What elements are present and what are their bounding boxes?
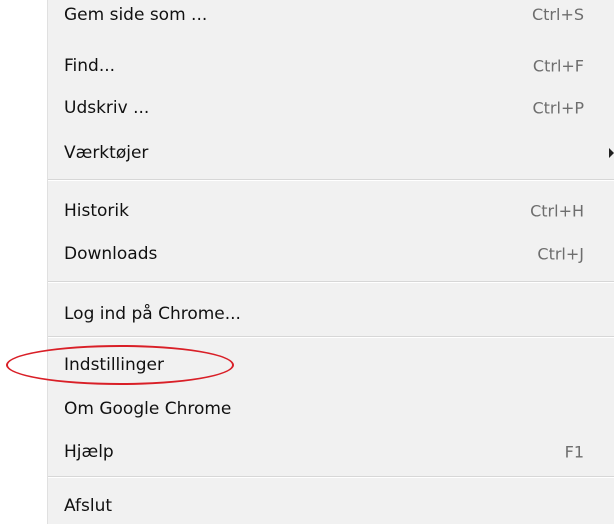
menu-item-exit[interactable]: Afslut [48, 486, 614, 524]
menu-item-help[interactable]: Hjælp F1 [48, 432, 614, 472]
menu-separator [48, 179, 614, 181]
menu-separator [48, 336, 614, 338]
menu-item-label: Find... [64, 56, 116, 76]
menu-item-label: Udskriv ... [64, 98, 150, 118]
menu-item-save-page-as[interactable]: Gem side som ... Ctrl+S [48, 0, 614, 37]
menu-item-shortcut: Ctrl+S [531, 5, 584, 24]
menu-item-downloads[interactable]: Downloads Ctrl+J [48, 234, 614, 274]
menu-item-label: Indstillinger [64, 355, 165, 375]
menu-item-label: Downloads [64, 244, 158, 264]
menu-item-label: Gem side som ... [64, 5, 208, 25]
submenu-arrow-icon [609, 148, 614, 158]
menu-separator [48, 476, 614, 478]
menu-separator [48, 281, 614, 283]
menu-item-label: Afslut [64, 496, 113, 516]
menu-item-tools[interactable]: Værktøjer [48, 133, 614, 173]
menu-item-label: Hjælp [64, 442, 114, 462]
menu-item-label: Historik [64, 201, 129, 221]
menu-item-shortcut: Ctrl+F [532, 56, 584, 76]
menu-item-label: Om Google Chrome [64, 399, 232, 419]
menu-icon-gutter [0, 0, 47, 524]
context-menu: Gem side som ... Ctrl+S Find... Ctrl+F U… [0, 0, 614, 524]
menu-item-label: Log ind på Chrome... [64, 304, 241, 324]
menu-item-history[interactable]: Historik Ctrl+H [48, 191, 614, 231]
menu-item-shortcut: Ctrl+J [537, 244, 584, 264]
menu-item-find[interactable]: Find... Ctrl+F [48, 46, 614, 86]
menu-item-settings[interactable]: Indstillinger [48, 345, 614, 385]
menu-item-about-google-chrome[interactable]: Om Google Chrome [48, 389, 614, 429]
menu-item-sign-in-chrome[interactable]: Log ind på Chrome... [48, 294, 614, 334]
menu-item-shortcut: F1 [564, 442, 584, 462]
menu-item-label: Værktøjer [64, 143, 149, 163]
menu-item-print[interactable]: Udskriv ... Ctrl+P [48, 88, 614, 128]
menu-item-shortcut: Ctrl+H [530, 201, 584, 221]
menu-item-shortcut: Ctrl+P [532, 98, 584, 118]
